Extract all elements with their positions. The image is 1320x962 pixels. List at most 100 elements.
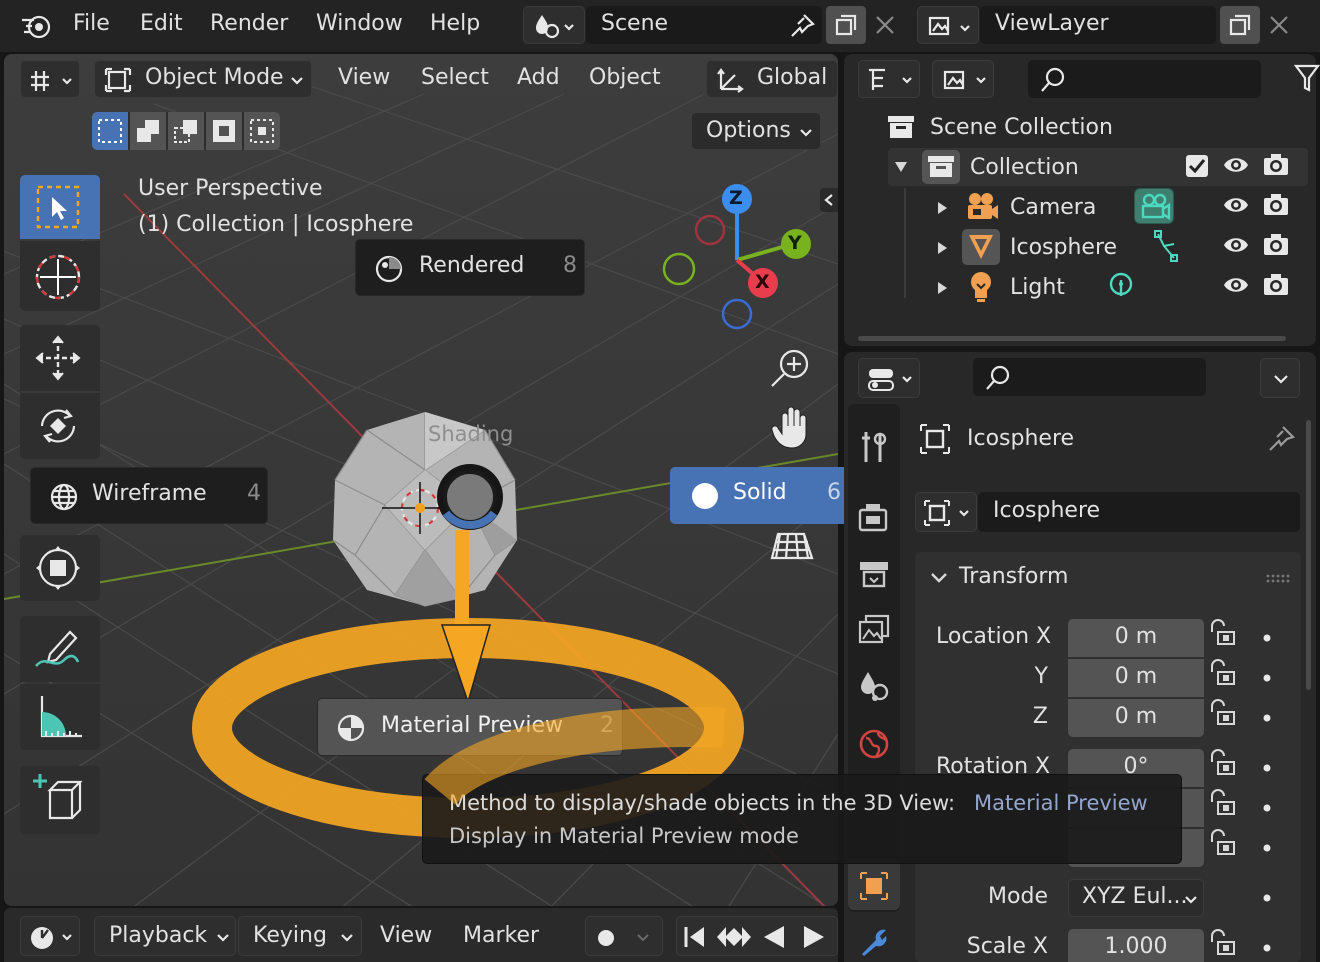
play-icon[interactable] (800, 924, 828, 954)
menu-edit[interactable]: Edit (140, 11, 183, 36)
transform-orientation-label: Global (757, 65, 828, 90)
pin-properties-icon[interactable] (1266, 424, 1296, 458)
tool-select-box[interactable] (20, 175, 100, 239)
transform-orientation-dropdown[interactable]: Global (706, 60, 838, 98)
visibility-eye-icon-icosphere[interactable] (1222, 232, 1250, 262)
drag-handle-icon[interactable] (1266, 570, 1290, 589)
menu-view[interactable]: View (338, 65, 390, 90)
camera-data-icon[interactable] (1134, 188, 1174, 224)
visibility-eye-icon[interactable] (1222, 152, 1250, 182)
object-mode-dropdown[interactable]: Object Mode (94, 60, 312, 98)
record-button[interactable] (585, 916, 663, 956)
menu-select[interactable]: Select (421, 65, 489, 90)
scene-collection-label[interactable]: Scene Collection (930, 115, 1113, 140)
pin-icon[interactable] (788, 12, 816, 44)
visibility-eye-icon-light[interactable] (1222, 272, 1250, 302)
select-invert-icon[interactable] (206, 112, 242, 150)
outliner-editor-type[interactable] (858, 60, 920, 98)
properties-editor-type[interactable] (858, 358, 920, 398)
play-reverse-icon[interactable] (760, 924, 788, 954)
tool-annotate[interactable] (20, 616, 100, 682)
scene-collection-icon (886, 114, 916, 144)
expand-light-icon[interactable] (936, 280, 948, 299)
close-scene-icon[interactable] (874, 14, 896, 40)
pan-hand-icon[interactable] (766, 404, 820, 450)
modifier-wrench-icon[interactable] (858, 926, 890, 962)
timeline-menu-view[interactable]: View (380, 923, 432, 948)
timeline-editor-type[interactable] (20, 916, 80, 956)
pie-option-material-preview[interactable]: Material Preview 2 (317, 698, 623, 756)
select-new-icon[interactable] (92, 112, 128, 150)
transform-collapse-icon[interactable] (930, 570, 948, 589)
camera-label[interactable]: Camera (1010, 195, 1096, 220)
menu-render[interactable]: Render (210, 11, 288, 36)
render-settings-icon[interactable] (858, 502, 890, 538)
render-camera-icon-light[interactable] (1262, 272, 1290, 302)
properties-search-field[interactable] (973, 358, 1206, 396)
pie-option-wireframe[interactable]: Wireframe 4 (30, 467, 268, 524)
menu-object[interactable]: Object (589, 65, 661, 90)
pie-option-rendered[interactable]: Rendered 8 (355, 239, 585, 296)
expand-icosphere-icon[interactable] (936, 240, 948, 259)
display-mode-dropdown[interactable] (932, 60, 994, 98)
render-camera-icon[interactable] (1262, 152, 1290, 182)
menu-add[interactable]: Add (517, 65, 560, 90)
select-extend-icon[interactable] (130, 112, 166, 150)
scene-settings-icon[interactable] (858, 670, 890, 708)
visibility-eye-icon-camera[interactable] (1222, 192, 1250, 222)
properties-options-dropdown[interactable] (1260, 358, 1300, 398)
collapse-header-icon[interactable] (820, 188, 838, 212)
tool-rotate[interactable] (20, 393, 100, 459)
select-intersect-icon[interactable] (244, 112, 280, 150)
view-layer-settings-icon[interactable] (858, 614, 890, 650)
zoom-icon[interactable] (764, 344, 818, 390)
filter-icon[interactable] (1293, 62, 1320, 98)
tool-measure[interactable] (20, 684, 100, 750)
collection-label: Collection (970, 155, 1079, 180)
editor-type-button[interactable] (20, 60, 80, 98)
material-preview-key: 2 (600, 713, 614, 738)
select-subtract-icon[interactable] (168, 112, 204, 150)
tool-settings-icon[interactable] (858, 430, 890, 468)
properties-scrollbar[interactable] (1306, 420, 1311, 690)
tooltip-value: Material Preview (974, 791, 1148, 815)
transform-panel-title[interactable]: Transform (959, 564, 1068, 589)
icosphere-label[interactable]: Icosphere (1010, 235, 1117, 260)
camera-view-icon[interactable] (768, 524, 818, 570)
tool-transform[interactable] (20, 535, 100, 601)
close-viewlayer-icon[interactable] (1268, 14, 1290, 40)
menu-window[interactable]: Window (316, 11, 403, 36)
expand-collection-icon[interactable] (894, 159, 908, 178)
timeline-menu-marker[interactable]: Marker (463, 923, 539, 948)
object-type-button[interactable] (915, 492, 977, 532)
blender-logo-icon[interactable] (20, 10, 54, 46)
mesh-data-icon[interactable] (1154, 230, 1180, 266)
options-dropdown[interactable]: Options (691, 112, 821, 150)
jump-start-icon[interactable] (680, 924, 710, 954)
menu-help[interactable]: Help (430, 11, 480, 36)
viewlayer-type-button[interactable] (917, 6, 979, 44)
object-properties-tab[interactable] (848, 860, 900, 910)
outliner-scrollbar[interactable] (858, 336, 1286, 341)
pie-option-solid[interactable]: Solid 6 (670, 467, 850, 524)
output-settings-icon[interactable] (858, 558, 890, 594)
tool-add-cube[interactable] (20, 766, 100, 834)
tool-move[interactable] (20, 325, 100, 391)
light-label[interactable]: Light (1010, 275, 1065, 300)
tool-cursor[interactable] (20, 241, 100, 311)
outliner-search-field[interactable] (1028, 60, 1261, 98)
new-viewlayer-button[interactable] (1220, 6, 1260, 44)
render-camera-icon-icosphere[interactable] (1262, 232, 1290, 262)
jump-keyframe-icon[interactable] (716, 924, 752, 954)
world-settings-icon[interactable] (858, 728, 890, 764)
expand-camera-icon[interactable] (936, 200, 948, 219)
scene-type-button[interactable] (523, 6, 585, 44)
rotation-mode-dropdown[interactable]: XYZ Eul... (1068, 879, 1204, 917)
keying-dropdown[interactable]: Keying (238, 916, 362, 956)
collection-checkbox-icon[interactable] (1186, 155, 1208, 177)
render-camera-icon-camera[interactable] (1262, 192, 1290, 222)
light-data-icon[interactable] (1106, 270, 1136, 308)
menu-file[interactable]: File (73, 11, 110, 36)
new-scene-button[interactable] (826, 6, 866, 44)
playback-dropdown[interactable]: Playback (94, 916, 236, 956)
